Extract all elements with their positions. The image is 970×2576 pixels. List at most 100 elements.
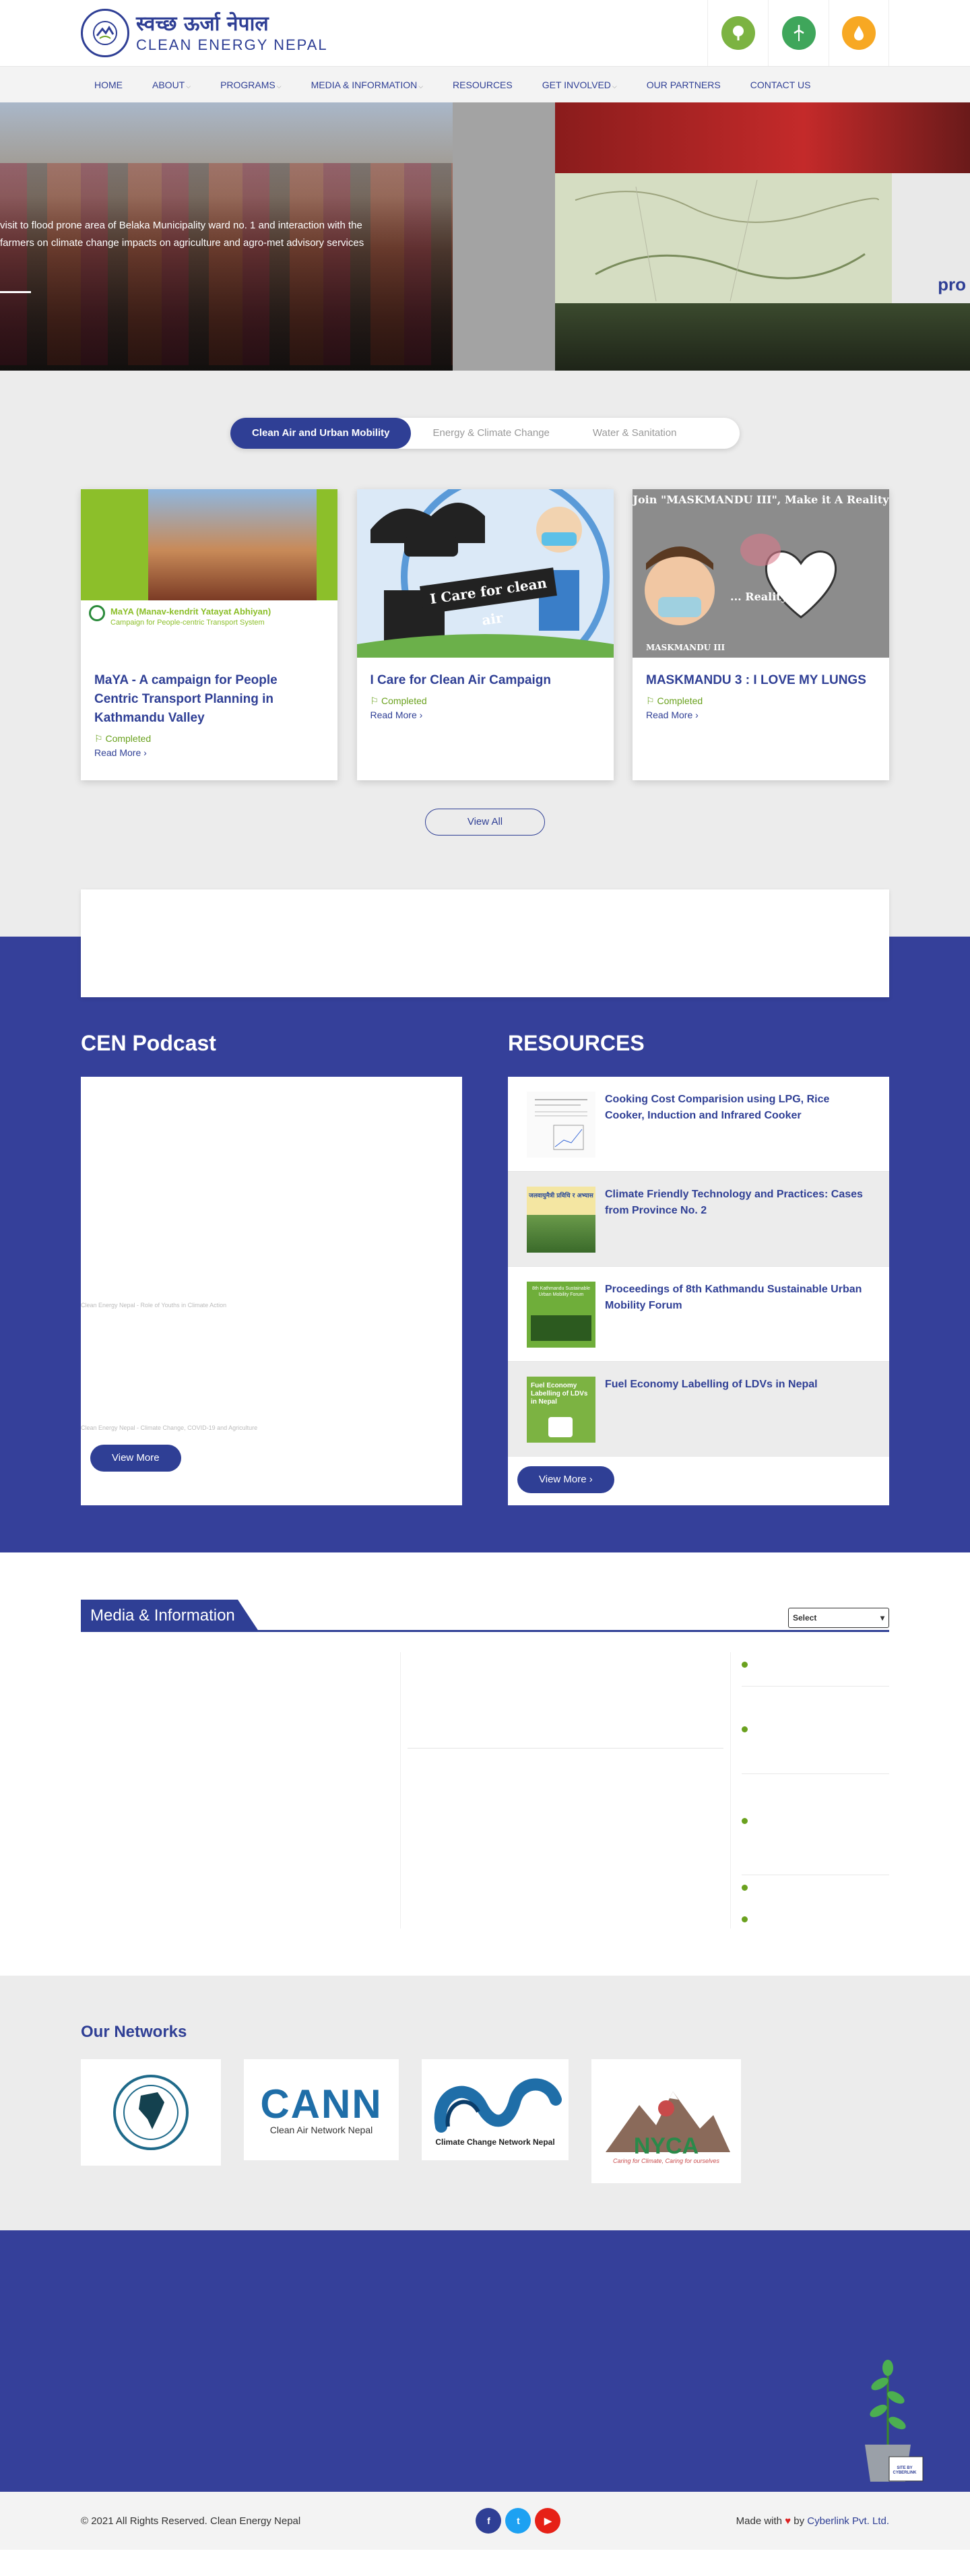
chevron-right-icon: ›: [589, 1474, 593, 1485]
site-header: स्वच्छ ऊर्जा नेपाल CLEAN ENERGY NEPAL: [0, 0, 970, 66]
chevron-right-icon: ›: [419, 710, 423, 720]
podcast-item[interactable]: Clean Energy Nepal - Role of Youths in C…: [81, 1302, 226, 1309]
water-drop-icon[interactable]: [842, 16, 876, 50]
hero-caption-bar: [0, 291, 31, 293]
twitter-icon[interactable]: t: [505, 2508, 531, 2534]
cann-logo[interactable]: CANN Clean Air Network Nepal: [244, 2059, 399, 2160]
media-feature-column: [81, 1652, 401, 1928]
program-card[interactable]: Join "MASKMANDU III", Make it A Reality …: [633, 489, 889, 780]
blank-content-box: [81, 889, 889, 997]
plant-sign-text: SITE BY CYBERLINK: [893, 2466, 917, 2475]
program-card-title[interactable]: I Care for Clean Air Campaign: [370, 671, 600, 690]
facebook-icon[interactable]: f: [476, 2508, 502, 2534]
resources-heading: RESOURCES: [508, 1031, 645, 1055]
tab-energy-climate[interactable]: Energy & Climate Change: [411, 418, 571, 449]
nav-resources[interactable]: RESOURCES: [453, 80, 513, 90]
media-filter-select[interactable]: Select ▾: [788, 1608, 889, 1628]
resource-item[interactable]: 8th Kathmandu Sustainable Urban Mobility…: [508, 1267, 889, 1362]
list-bullet-icon: [742, 1885, 748, 1891]
thumbnail-text: Fuel Economy Labelling of LDVs in Nepal: [531, 1382, 588, 1406]
developer-link[interactable]: Cyberlink Pvt. Ltd.: [807, 2515, 889, 2527]
flag-icon: ⚐: [646, 695, 655, 706]
chevron-down-icon: ⌵: [612, 83, 617, 90]
tab-water-sanitation[interactable]: Water & Sanitation: [571, 418, 699, 449]
resource-thumbnail: [527, 1092, 595, 1158]
site-logo[interactable]: स्वच्छ ऊर्जा नेपाल CLEAN ENERGY NEPAL: [81, 9, 328, 57]
made-by-credit: Made with ♥ by Cyberlink Pvt. Ltd.: [736, 2515, 889, 2527]
hero-slide-photo: visit to flood prone area of Belaka Muni…: [0, 102, 453, 371]
podcast-panel: Clean Energy Nepal - Role of Youths in C…: [81, 1077, 462, 1505]
resource-item[interactable]: Fuel Economy Labelling of LDVs in Nepal …: [508, 1362, 889, 1457]
hero-slider[interactable]: visit to flood prone area of Belaka Muni…: [0, 102, 970, 371]
resource-title: Fuel Economy Labelling of LDVs in Nepal: [605, 1379, 818, 1390]
nav-media-information[interactable]: MEDIA & INFORMATION ⌵: [311, 80, 423, 90]
header-icon-group: [707, 0, 889, 66]
podcast-view-more-button[interactable]: View More: [90, 1445, 181, 1472]
programs-section: Clean Air and Urban Mobility Energy & Cl…: [0, 371, 970, 889]
media-heading: Media & Information: [81, 1600, 259, 1632]
resource-thumbnail: 8th Kathmandu Sustainable Urban Mobility…: [527, 1282, 595, 1348]
tab-clean-air[interactable]: Clean Air and Urban Mobility: [230, 418, 412, 449]
nav-programs[interactable]: PROGRAMS ⌵: [220, 80, 282, 90]
tree-icon[interactable]: [721, 16, 755, 50]
program-card[interactable]: I Care for clean air I Care for Clean Ai…: [356, 489, 614, 780]
resources-view-more-button[interactable]: View More ›: [517, 1466, 614, 1493]
flag-icon: ⚐: [370, 695, 379, 706]
card-image-subtitle: ... Reality is: [730, 590, 802, 603]
main-nav: HOME ABOUT ⌵ PROGRAMS ⌵ MEDIA & INFORMATIO…: [0, 66, 970, 102]
podcast-item[interactable]: Clean Energy Nepal - Climate Change, COV…: [81, 1424, 257, 1431]
card-image-footer: MASKMANDU III: [646, 643, 725, 652]
nav-home[interactable]: HOME: [94, 80, 123, 90]
chevron-down-icon: ⌵: [276, 83, 282, 90]
nav-contact-us[interactable]: CONTACT US: [750, 80, 811, 90]
card-image-title: MaYA (Manav-kendrit Yatayat Abhiyan): [110, 606, 271, 617]
program-card-title[interactable]: MaYA - A campaign for People Centric Tra…: [94, 671, 324, 728]
resources-panel: Cooking Cost Comparision using LPG, Rice…: [508, 1077, 889, 1505]
list-bullet-icon: [742, 1818, 748, 1824]
chevron-right-icon: ›: [143, 747, 147, 758]
youtube-icon[interactable]: ▶: [535, 2508, 561, 2534]
program-card-title[interactable]: MASKMANDU 3 : I LOVE MY LUNGS: [646, 671, 876, 690]
read-more-link[interactable]: Read More ›: [646, 710, 876, 720]
program-card[interactable]: MaYA (Manav-kendrit Yatayat Abhiyan) Cam…: [81, 489, 337, 780]
nyca-logo[interactable]: NYCA Caring for Climate, Caring for ours…: [591, 2059, 741, 2183]
card-image-subtitle: Campaign for People-centric Transport Sy…: [110, 619, 265, 627]
resource-thumbnail: Fuel Economy Labelling of LDVs in Nepal: [527, 1377, 595, 1443]
resource-item[interactable]: Cooking Cost Comparision using LPG, Rice…: [508, 1077, 889, 1172]
nav-about[interactable]: ABOUT ⌵: [152, 80, 191, 90]
networks-heading: Our Networks: [81, 2023, 187, 2041]
read-more-link[interactable]: Read More ›: [370, 710, 600, 720]
list-bullet-icon: [742, 1662, 748, 1668]
chevron-down-icon: ⌵: [186, 83, 191, 90]
podcast-heading: CEN Podcast: [81, 1031, 216, 1055]
district-map-image: [555, 173, 892, 308]
cansa-logo[interactable]: [81, 2059, 221, 2166]
resource-title: Proceedings of 8th Kathmandu Sustainable…: [605, 1284, 862, 1311]
media-information-section: Media & Information Select ▾: [0, 1552, 970, 1976]
program-card-status: Completed: [657, 695, 703, 706]
read-more-link[interactable]: Read More ›: [94, 747, 324, 758]
logo-english-text: CLEAN ENERGY NEPAL: [136, 36, 328, 53]
copyright-text: © 2021 All Rights Reserved. Clean Energy…: [81, 2515, 301, 2527]
nav-get-involved[interactable]: GET INVOLVED ⌵: [542, 80, 617, 90]
logo-nepali-text: स्वच्छ ऊर्जा नेपाल: [136, 12, 269, 36]
flag-icon: ⚐: [94, 733, 103, 744]
ccnn-logo[interactable]: Climate Change Network Nepal: [422, 2059, 569, 2160]
media-list-column: [731, 1652, 889, 1928]
nav-our-partners[interactable]: OUR PARTNERS: [647, 80, 721, 90]
resource-item[interactable]: जलवायुमैत्री प्रविधि र अभ्यास Climate Fr…: [508, 1172, 889, 1267]
view-all-button[interactable]: View All: [425, 809, 545, 836]
wind-turbine-icon[interactable]: [781, 16, 816, 50]
program-tabs: Clean Air and Urban Mobility Energy & Cl…: [230, 418, 740, 449]
thumbnail-text: 8th Kathmandu Sustainable Urban Mobility…: [531, 1286, 590, 1297]
networks-section: Our Networks CANN Clean Air Network Nepa…: [0, 1976, 970, 2230]
logo-emblem-icon: [81, 9, 129, 57]
footer-blue-area: SITE BY CYBERLINK: [0, 2230, 970, 2492]
chevron-down-icon: ⌵: [418, 83, 424, 90]
program-card-status: Completed: [105, 733, 152, 744]
media-middle-column: [401, 1652, 731, 1928]
thumbnail-text: जलवायुमैत्री प्रविधि र अभ्यास: [529, 1193, 593, 1199]
program-card-status: Completed: [381, 695, 427, 706]
list-bullet-icon: [742, 1726, 748, 1732]
site-footer: SITE BY CYBERLINK © 2021 All Rights Rese…: [0, 2230, 970, 2550]
